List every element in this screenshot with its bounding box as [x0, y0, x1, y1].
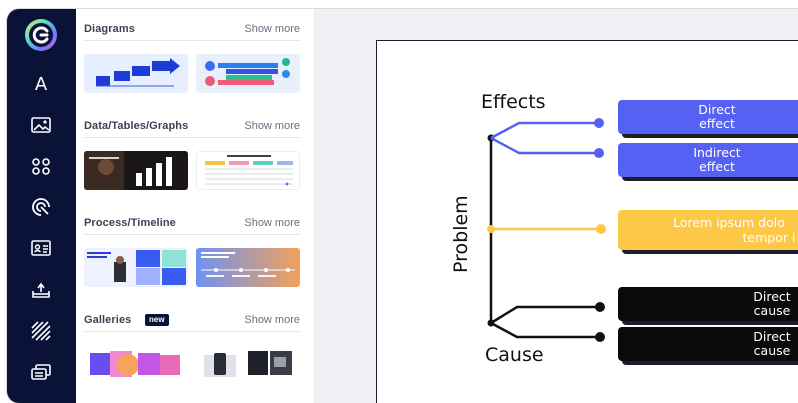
text-tool-button[interactable]: A — [24, 67, 58, 101]
box-text-line: Direct — [698, 102, 736, 117]
editor-canvas[interactable]: Effects Cause Problem Direct effect Indi — [315, 9, 798, 403]
problem-axis-label: Problem — [450, 195, 472, 273]
diagram-thumbnail[interactable] — [196, 54, 300, 93]
effect-connector — [490, 121, 599, 140]
text-icon: A — [34, 73, 48, 95]
box-text-line: cause — [754, 343, 791, 358]
section-header-galleries: Galleries new Show more — [84, 314, 300, 332]
ai-icon — [32, 198, 50, 216]
connector-dot — [487, 225, 495, 233]
box-text-line: Direct — [753, 329, 791, 344]
layers-tool-button[interactable] — [24, 355, 58, 389]
tool-rail: A — [7, 9, 76, 403]
gallery-thumbnail[interactable] — [84, 345, 188, 384]
process-thumbnail[interactable] — [84, 248, 188, 287]
box-text-line: Lorem ipsum dolo — [673, 215, 785, 230]
show-more-link[interactable]: Show more — [244, 23, 300, 35]
box-text-line: Direct — [753, 289, 791, 304]
slide[interactable]: Effects Cause Problem Direct effect Indi — [376, 40, 798, 403]
section-title: Galleries — [84, 314, 132, 326]
new-badge: new — [145, 314, 169, 326]
upload-icon — [32, 282, 50, 298]
app-logo-icon[interactable] — [23, 17, 59, 53]
show-more-link[interactable]: Show more — [244, 217, 300, 229]
section-header-data-tables-graphs: Data/Tables/Graphs Show more — [84, 120, 300, 138]
image-tool-button[interactable] — [24, 108, 58, 142]
effect-box[interactable]: Direct effect — [618, 100, 798, 134]
app-window: A Diagrams Show more Data/Tables/Graphs … — [7, 9, 798, 403]
ai-tool-button[interactable] — [24, 190, 58, 224]
diagram-thumbnail[interactable] — [84, 54, 188, 93]
elements-tool-button[interactable] — [24, 149, 58, 183]
section-header-diagrams: Diagrams Show more — [84, 23, 300, 41]
section-title: Diagrams — [84, 23, 135, 35]
connector-dot — [595, 302, 605, 312]
timeline-thumbnail[interactable] — [196, 248, 300, 287]
box-text-line: cause — [754, 303, 791, 318]
section-title: Data/Tables/Graphs — [84, 120, 189, 132]
box-text-line: Indirect — [693, 145, 740, 160]
cause-box[interactable]: Direct cause — [618, 327, 798, 361]
box-text-line: effect — [699, 159, 735, 174]
connector-dot — [594, 118, 604, 128]
cause-connector — [490, 321, 600, 339]
pattern-icon — [31, 321, 51, 341]
id-card-icon — [31, 240, 51, 256]
cause-connector — [490, 305, 600, 325]
templates-panel: Diagrams Show more Data/Tables/Graphs Sh… — [76, 9, 315, 403]
layers-icon — [31, 364, 51, 380]
data-thumbnail[interactable] — [84, 151, 188, 190]
connector-dot — [594, 148, 604, 158]
upload-tool-button[interactable] — [24, 273, 58, 307]
connector-dot — [595, 332, 605, 342]
effect-connector — [490, 136, 599, 155]
show-more-link[interactable]: Show more — [244, 120, 300, 132]
section-title: Process/Timeline — [84, 217, 176, 229]
effects-label: Effects — [481, 91, 546, 113]
cause-box[interactable]: Direct cause — [618, 287, 798, 321]
box-text-line: effect — [699, 116, 735, 131]
image-icon — [31, 117, 51, 133]
box-text-line: tempor i — [743, 230, 796, 245]
gallery-thumbnail[interactable] — [196, 345, 300, 384]
table-thumbnail[interactable] — [196, 151, 300, 190]
connector-dot — [596, 224, 606, 234]
show-more-link[interactable]: Show more — [244, 314, 300, 326]
elements-icon — [32, 158, 50, 175]
effect-box[interactable]: Indirect effect — [618, 143, 798, 177]
pattern-tool-button[interactable] — [24, 314, 58, 348]
section-header-process-timeline: Process/Timeline Show more — [84, 217, 300, 235]
cause-label: Cause — [485, 344, 544, 366]
problem-box[interactable]: Lorem ipsum dolo tempor i — [618, 210, 798, 250]
brand-tool-button[interactable] — [24, 231, 58, 265]
